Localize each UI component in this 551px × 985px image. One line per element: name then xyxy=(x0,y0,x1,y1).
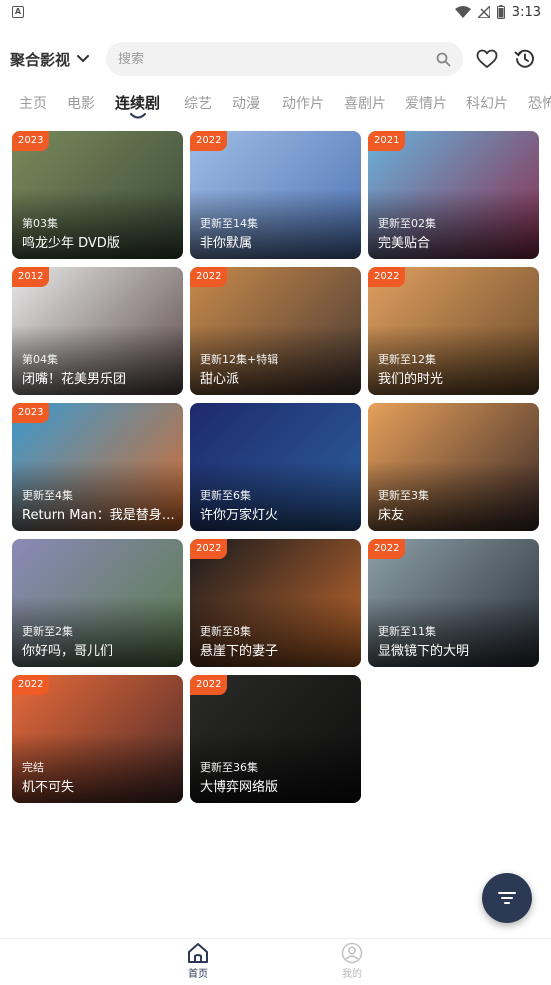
year-badge: 2021 xyxy=(368,131,406,151)
bottom-nav: 首页 我的 xyxy=(0,938,551,985)
tab-variety[interactable]: 综艺 xyxy=(184,93,212,113)
poster-title: 显微镜下的大明 xyxy=(378,644,470,659)
poster-card[interactable]: 2022 更新至12集 我们的时光 xyxy=(368,267,539,395)
tab-movies[interactable]: 电影 xyxy=(67,93,95,113)
tab-horror[interactable]: 恐怖 xyxy=(528,93,551,113)
favorites-button[interactable] xyxy=(475,47,499,71)
wifi-icon xyxy=(454,6,471,18)
status-bar: A 3:13 xyxy=(0,0,551,24)
poster-card[interactable]: 2022 更新至8集悬崖下的妻子 xyxy=(190,539,361,667)
filter-icon xyxy=(498,892,516,904)
poster-title: 机不可失 xyxy=(22,780,75,795)
tab-indicator xyxy=(130,113,146,119)
episode-status: 更新至6集 xyxy=(200,489,251,502)
poster-card[interactable]: 2023 更新至4集 Return Man：我是替身协... xyxy=(12,403,183,531)
episode-status: 更新至36集 xyxy=(200,761,258,774)
poster-title: 大博弈网络版 xyxy=(200,780,279,795)
poster-card[interactable]: 2022 更新至36集大博弈网络版 xyxy=(190,675,361,803)
app-notification-icon: A xyxy=(12,6,24,18)
episode-status: 更新至14集 xyxy=(200,217,258,230)
poster-card[interactable]: 2012 第04集闭嘴！花美男乐团 xyxy=(12,267,183,395)
episode-status: 第04集 xyxy=(22,353,58,366)
poster-card[interactable]: 2021 更新至02集 完美贴合 xyxy=(368,131,539,259)
history-button[interactable] xyxy=(513,47,537,71)
poster-title: 甜心派 xyxy=(200,372,240,387)
poster-title: 悬崖下的妻子 xyxy=(200,644,279,659)
year-badge: 2022 xyxy=(368,539,406,559)
poster-title: 闭嘴！花美男乐团 xyxy=(22,372,127,387)
poster-card[interactable]: 更新至3集床友 xyxy=(368,403,539,531)
tab-anime[interactable]: 动漫 xyxy=(232,93,260,113)
episode-status: 更新至3集 xyxy=(378,489,429,502)
battery-icon xyxy=(496,5,505,19)
profile-icon xyxy=(341,942,363,964)
episode-status: 完结 xyxy=(22,761,44,774)
tab-action[interactable]: 动作片 xyxy=(282,93,324,113)
tab-scifi[interactable]: 科幻片 xyxy=(466,93,508,113)
episode-status: 更新至02集 xyxy=(378,217,436,230)
clock: 3:13 xyxy=(511,4,541,20)
year-badge: 2023 xyxy=(12,131,50,151)
tab-series[interactable]: 连续剧 xyxy=(115,92,160,113)
tab-home[interactable]: 主页 xyxy=(19,93,47,113)
episode-status: 更新12集+特辑 xyxy=(200,353,279,366)
poster-card[interactable]: 2022 更新至14集 非你默属 xyxy=(190,131,361,259)
history-icon xyxy=(514,49,534,68)
filter-button[interactable] xyxy=(482,873,532,923)
episode-status: 更新至12集 xyxy=(378,353,436,366)
episode-status: 更新至11集 xyxy=(378,625,436,638)
year-badge: 2022 xyxy=(190,539,228,559)
episode-status: 更新至8集 xyxy=(200,625,251,638)
nav-profile-label: 我的 xyxy=(342,969,362,980)
episode-status: 第03集 xyxy=(22,217,58,230)
poster-title: 完美贴合 xyxy=(378,236,431,251)
year-badge: 2022 xyxy=(12,675,50,695)
signal-off-icon xyxy=(477,6,490,18)
poster-card[interactable]: 2022 更新至11集显微镜下的大明 xyxy=(368,539,539,667)
year-badge: 2022 xyxy=(190,131,228,151)
category-tabs: 主页 电影 连续剧 综艺 动漫 动作片 喜剧片 爱情片 科幻片 恐怖 xyxy=(0,88,551,122)
chevron-down-icon xyxy=(77,55,90,63)
poster-title: 你好吗，哥儿们 xyxy=(22,644,114,659)
episode-status: 更新至2集 xyxy=(22,625,73,638)
heart-icon xyxy=(476,49,498,68)
search-bar[interactable] xyxy=(106,42,463,76)
year-badge: 2012 xyxy=(12,267,50,287)
poster-card[interactable]: 2022 完结机不可失 xyxy=(12,675,183,803)
tab-romance[interactable]: 爱情片 xyxy=(405,93,447,113)
brand-title: 聚合影视 xyxy=(10,50,71,69)
poster-title: Return Man：我是替身协... xyxy=(22,508,175,523)
search-icon[interactable] xyxy=(436,52,451,67)
year-badge: 2022 xyxy=(368,267,406,287)
poster-card[interactable]: 2023 第03集鸣龙少年 DVD版 xyxy=(12,131,183,259)
year-badge: 2022 xyxy=(190,675,228,695)
nav-home[interactable]: 首页 xyxy=(178,942,218,980)
poster-card[interactable]: 更新至2集你好吗，哥儿们 xyxy=(12,539,183,667)
poster-title: 非你默属 xyxy=(200,236,253,251)
home-icon xyxy=(188,943,208,963)
source-selector[interactable]: 聚合影视 xyxy=(10,49,102,70)
search-input[interactable] xyxy=(118,51,436,67)
nav-profile[interactable]: 我的 xyxy=(332,942,372,980)
poster-card[interactable]: 2022 更新12集+特辑 甜心派 xyxy=(190,267,361,395)
poster-title: 我们的时光 xyxy=(378,372,444,387)
poster-title: 鸣龙少年 DVD版 xyxy=(22,236,120,251)
nav-home-label: 首页 xyxy=(188,969,208,980)
episode-status: 更新至4集 xyxy=(22,489,73,502)
poster-title: 许你万家灯火 xyxy=(200,508,279,523)
poster-card[interactable]: 更新至6集许你万家灯火 xyxy=(190,403,361,531)
year-badge: 2022 xyxy=(190,267,228,287)
year-badge: 2023 xyxy=(12,403,50,423)
top-header: 聚合影视 xyxy=(0,40,551,78)
tab-comedy[interactable]: 喜剧片 xyxy=(344,93,386,113)
poster-title: 床友 xyxy=(378,508,405,523)
